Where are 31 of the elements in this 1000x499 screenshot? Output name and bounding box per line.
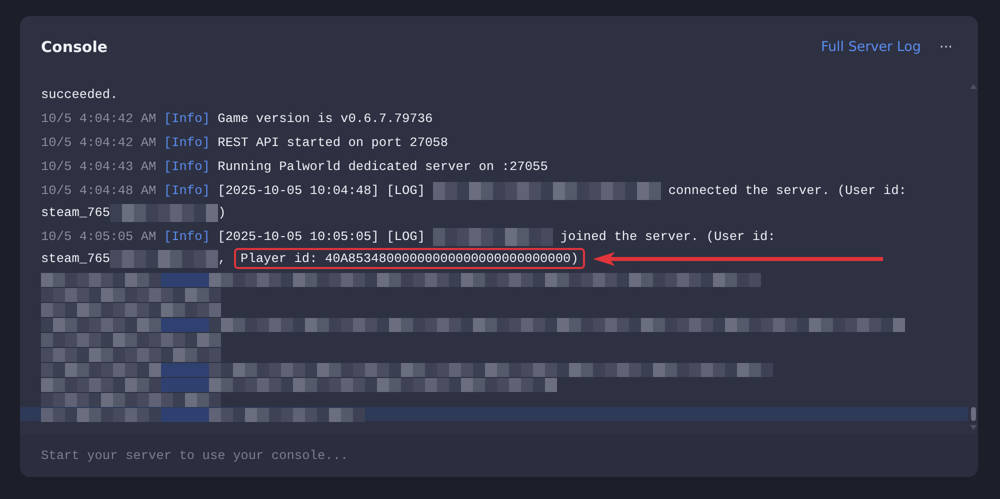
log-tag: [Info] (164, 159, 210, 174)
log-time: 10/5 4:04:43 AM (41, 159, 156, 174)
log-text: connected the server. (User id: (668, 183, 906, 198)
log-text: [2025-10-05 10:04:48] [LOG] (218, 183, 425, 198)
arrow-icon (593, 250, 884, 267)
log-time: 10/5 4:05:05 AM (41, 229, 156, 244)
panel-title: Console (41, 38, 109, 56)
log-tag: [Info] (164, 229, 210, 244)
highlighted-text: Player id: 40A85348000000000000000000000000) (234, 248, 586, 269)
log-text: Running Palworld dedicated server on :27055 (218, 159, 548, 174)
console-input[interactable]: Start your server to use your console... (20, 434, 978, 477)
log-text: succeeded. (41, 87, 118, 102)
log-text: [2025-10-05 10:05:05] [LOG] (218, 229, 425, 244)
log-text: , (218, 251, 226, 266)
log-text: ) (218, 205, 226, 220)
log-time: 10/5 4:04:48 AM (41, 183, 156, 198)
log-time: 10/5 4:04:42 AM (41, 135, 156, 150)
log-tag: [Info] (164, 111, 210, 126)
log-text: REST API started on port 27058 (218, 135, 448, 150)
scroll-down-icon[interactable] (970, 425, 976, 430)
full-log-link[interactable]: Full Server Log (820, 39, 922, 55)
log-text: Game version is v0.6.7.79736 (218, 111, 433, 126)
scrollbar-thumb[interactable] (970, 407, 976, 421)
log-text: joined the server. (User id: (560, 229, 776, 244)
log-tag: [Info] (164, 183, 210, 198)
log-text: steam_765 (41, 251, 110, 266)
log-time: 10/5 4:04:42 AM (41, 111, 156, 126)
scroll-up-icon[interactable] (970, 84, 976, 89)
log-tag: [Info] (164, 135, 210, 150)
log-text: steam_765 (41, 205, 110, 220)
more-menu-button[interactable]: ··· (935, 38, 956, 56)
